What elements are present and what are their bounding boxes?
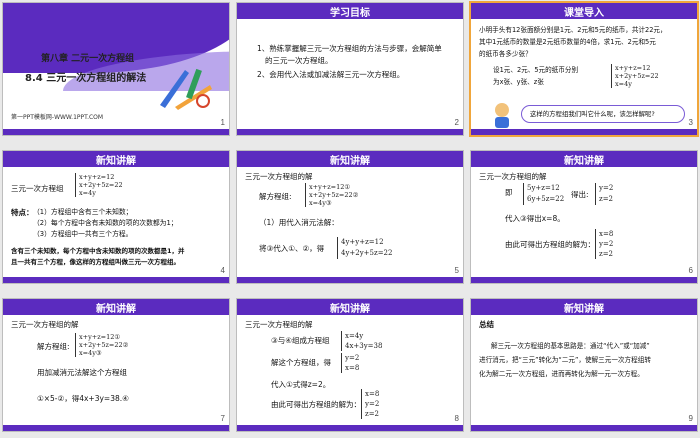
combined-system: x=4y 4x+3y=38 bbox=[341, 331, 382, 351]
slide-header-title: 新知讲解 bbox=[330, 304, 370, 315]
objective-line-1: 1、熟练掌握解三元一次方程组的方法与步骤，会解简单 bbox=[257, 44, 442, 53]
site-watermark: 第一PPT模板网-WWW.1PPT.COM bbox=[11, 114, 104, 121]
result-label: 得出: bbox=[571, 190, 589, 199]
feature-3: （3）方程组中一共有三个方程。 bbox=[33, 230, 133, 238]
substitute-result: 代入③得出x=8。 bbox=[505, 214, 565, 223]
slide-header-bar: 新知讲解 bbox=[3, 299, 229, 315]
slide-number: 8 bbox=[454, 414, 459, 423]
conclusion-line-1: 含有三个未知数，每个方程中含未知数的项的次数都是1，并 bbox=[11, 247, 185, 255]
slide-footer-bar bbox=[237, 129, 463, 135]
problem-line-3: 的纸币各多少张？ bbox=[479, 50, 532, 58]
setup-line-2: 为x张、y张、z张 bbox=[493, 78, 544, 86]
solve-label: 解方程组: bbox=[259, 192, 292, 201]
slide-sorter-grid: 第八章 二元一次方程组 8.4 三元一次方程组的解法 第一PPT模板网-WWW.… bbox=[0, 0, 700, 438]
slide-footer-bar bbox=[471, 425, 697, 431]
solve-label: 解方程组: bbox=[37, 342, 70, 351]
equation-system: x+y+z=12 x+2y+5z=22 x=4y bbox=[75, 173, 123, 197]
summary-line-1: 解三元一次方程组的基本思路是：通过“代入”或“加减” bbox=[491, 342, 650, 350]
summary-title: 总结 bbox=[479, 320, 494, 329]
slide-thumbnail-9[interactable]: 新知讲解 总结 解三元一次方程组的基本思路是：通过“代入”或“加减” 进行消元，… bbox=[470, 298, 698, 432]
slide-footer-bar bbox=[3, 129, 229, 135]
chapter-title: 第八章 二元一次方程组 bbox=[41, 54, 135, 64]
objective-line-3: 2、会用代入法或加减法解三元一次方程组。 bbox=[257, 70, 405, 79]
substitute-result: 代入①式得z=2。 bbox=[271, 380, 331, 389]
slide-thumbnail-8[interactable]: 新知讲解 三元一次方程组的解 ③与④组成方程组 x=4y 4x+3y=38 解这个… bbox=[236, 298, 464, 432]
slide-header-bar: 新知讲解 bbox=[3, 151, 229, 167]
slide-header-title: 课堂导入 bbox=[564, 8, 604, 19]
slide-footer-bar bbox=[3, 425, 229, 431]
subtitle: 三元一次方程组的解 bbox=[245, 320, 313, 329]
slide-thumbnail-7[interactable]: 新知讲解 三元一次方程组的解 解方程组: x+y+z=12① x+2y+5z=22… bbox=[2, 298, 230, 432]
stationery-illustration-icon bbox=[160, 68, 212, 110]
method-label: 用加减消元法解这个方程组 bbox=[37, 368, 127, 377]
slide-header-bar: 新知讲解 bbox=[237, 151, 463, 167]
character-icon bbox=[495, 103, 509, 128]
conclusion-line-2: 且一共有三个方程，像这样的方程组叫做三元一次方程组。 bbox=[11, 258, 180, 266]
slide-thumbnail-1[interactable]: 第八章 二元一次方程组 8.4 三元一次方程组的解法 第一PPT模板网-WWW.… bbox=[2, 2, 230, 136]
slide-footer-bar bbox=[471, 129, 697, 135]
subtitle: 三元一次方程组的解 bbox=[479, 172, 547, 181]
solution-label: 由此可得出方程组的解为： bbox=[271, 400, 361, 409]
ie-label: 即 bbox=[505, 188, 513, 197]
summary-line-3: 化为解二元一次方程组，进而再转化为解一元一次方程。 bbox=[479, 370, 644, 378]
slide-header-title: 新知讲解 bbox=[96, 156, 136, 167]
equation-system: x+y+z=12 x+2y+5z=22 x=4y bbox=[611, 64, 659, 88]
slide-footer-bar bbox=[471, 277, 697, 283]
slide-number: 4 bbox=[220, 266, 225, 275]
speech-bubble: 这样的方程组我们叫它什么呢，该怎样解呢? bbox=[521, 105, 685, 123]
slide-footer-bar bbox=[237, 277, 463, 283]
slide-header-bar: 新知讲解 bbox=[237, 299, 463, 315]
slide-header-bar: 课堂导入 bbox=[471, 3, 697, 19]
slide-thumbnail-3[interactable]: 课堂导入 小明手头有12张面额分别是1元、2元和5元的纸币，共计22元， 其中1… bbox=[469, 1, 699, 137]
method-label: （1）用代入消元法解： bbox=[259, 218, 339, 227]
slide-number: 3 bbox=[688, 118, 693, 127]
derived-system: 4y+y+z=12 4y+2y+5z=22 bbox=[337, 237, 392, 259]
slide-number: 5 bbox=[454, 266, 459, 275]
feature-2: （2）每个方程中含有未知数的项的次数都为1； bbox=[33, 219, 178, 227]
problem-line-1: 小明手头有12张面额分别是1元、2元和5元的纸币，共计22元， bbox=[479, 26, 667, 34]
slide-thumbnail-6[interactable]: 新知讲解 三元一次方程组的解 即 5y+z=12 6y+5z=22 得出: y=2… bbox=[470, 150, 698, 284]
equation-system: x+y+z=12① x+2y+5z=22② x=4y③ bbox=[75, 333, 128, 357]
slide-number: 2 bbox=[454, 118, 459, 127]
summary-line-2: 进行消元，把“三元”转化为“二元”，使解三元一次方程组转 bbox=[479, 356, 651, 364]
solution-system: x=8 y=2 z=2 bbox=[595, 229, 613, 259]
slide-number: 1 bbox=[220, 118, 225, 127]
system-label: 三元一次方程组 bbox=[11, 184, 64, 193]
slide-header-bar: 新知讲解 bbox=[471, 151, 697, 167]
reduced-system: 5y+z=12 6y+5z=22 bbox=[523, 183, 564, 205]
solution-label: 由此可得出方程组的解为： bbox=[505, 240, 595, 249]
slide-number: 9 bbox=[688, 414, 693, 423]
slide-header-bar: 学习目标 bbox=[237, 3, 463, 19]
setup-line-1: 设1元、2元、5元的纸币分别 bbox=[493, 66, 579, 74]
feature-1: （1）方程组中含有三个未知数； bbox=[33, 208, 133, 216]
result-system: y=2 z=2 bbox=[595, 183, 613, 205]
combine-label: ③与④组成方程组 bbox=[271, 336, 330, 345]
substitute-line: 将③代入①、②，得 bbox=[259, 244, 325, 253]
objective-line-2: 的三元一次方程组。 bbox=[265, 56, 333, 65]
slide-thumbnail-5[interactable]: 新知讲解 三元一次方程组的解 解方程组: x+y+z=12① x+2y+5z=22… bbox=[236, 150, 464, 284]
slide-number: 7 bbox=[220, 414, 225, 423]
slide-header-title: 新知讲解 bbox=[330, 156, 370, 167]
result-system: y=2 x=8 bbox=[341, 353, 359, 373]
section-title: 8.4 三元一次方程组的解法 bbox=[25, 73, 147, 84]
bubble-text: 这样的方程组我们叫它什么呢，该怎样解呢? bbox=[530, 110, 655, 118]
subtitle: 三元一次方程组的解 bbox=[11, 320, 79, 329]
slide-header-title: 新知讲解 bbox=[96, 304, 136, 315]
slide-thumbnail-4[interactable]: 新知讲解 三元一次方程组 x+y+z=12 x+2y+5z=22 x=4y 特点： … bbox=[2, 150, 230, 284]
features-title: 特点： bbox=[11, 208, 34, 217]
slide-header-title: 学习目标 bbox=[330, 8, 370, 19]
slide-thumbnail-2[interactable]: 学习目标 1、熟练掌握解三元一次方程组的方法与步骤，会解简单 的三元一次方程组。… bbox=[236, 2, 464, 136]
solve-result-label: 解这个方程组，得 bbox=[271, 358, 331, 367]
subtitle: 三元一次方程组的解 bbox=[245, 172, 313, 181]
slide-header-title: 新知讲解 bbox=[564, 304, 604, 315]
solution-system: x=8 y=2 z=2 bbox=[361, 389, 379, 419]
slide-number: 6 bbox=[688, 266, 693, 275]
slide-footer-bar bbox=[3, 277, 229, 283]
slide-header-bar: 新知讲解 bbox=[471, 299, 697, 315]
problem-line-2: 其中1元纸币的数量是2元纸币数量的4倍，求1元、2元和5元 bbox=[479, 38, 656, 46]
equation-system: x+y+z=12① x+2y+5z=22② x=4y③ bbox=[305, 183, 358, 207]
slide-header-title: 新知讲解 bbox=[564, 156, 604, 167]
elimination-step: ①×5-②，得4x+3y=38.④ bbox=[37, 394, 129, 403]
slide-footer-bar bbox=[237, 425, 463, 431]
